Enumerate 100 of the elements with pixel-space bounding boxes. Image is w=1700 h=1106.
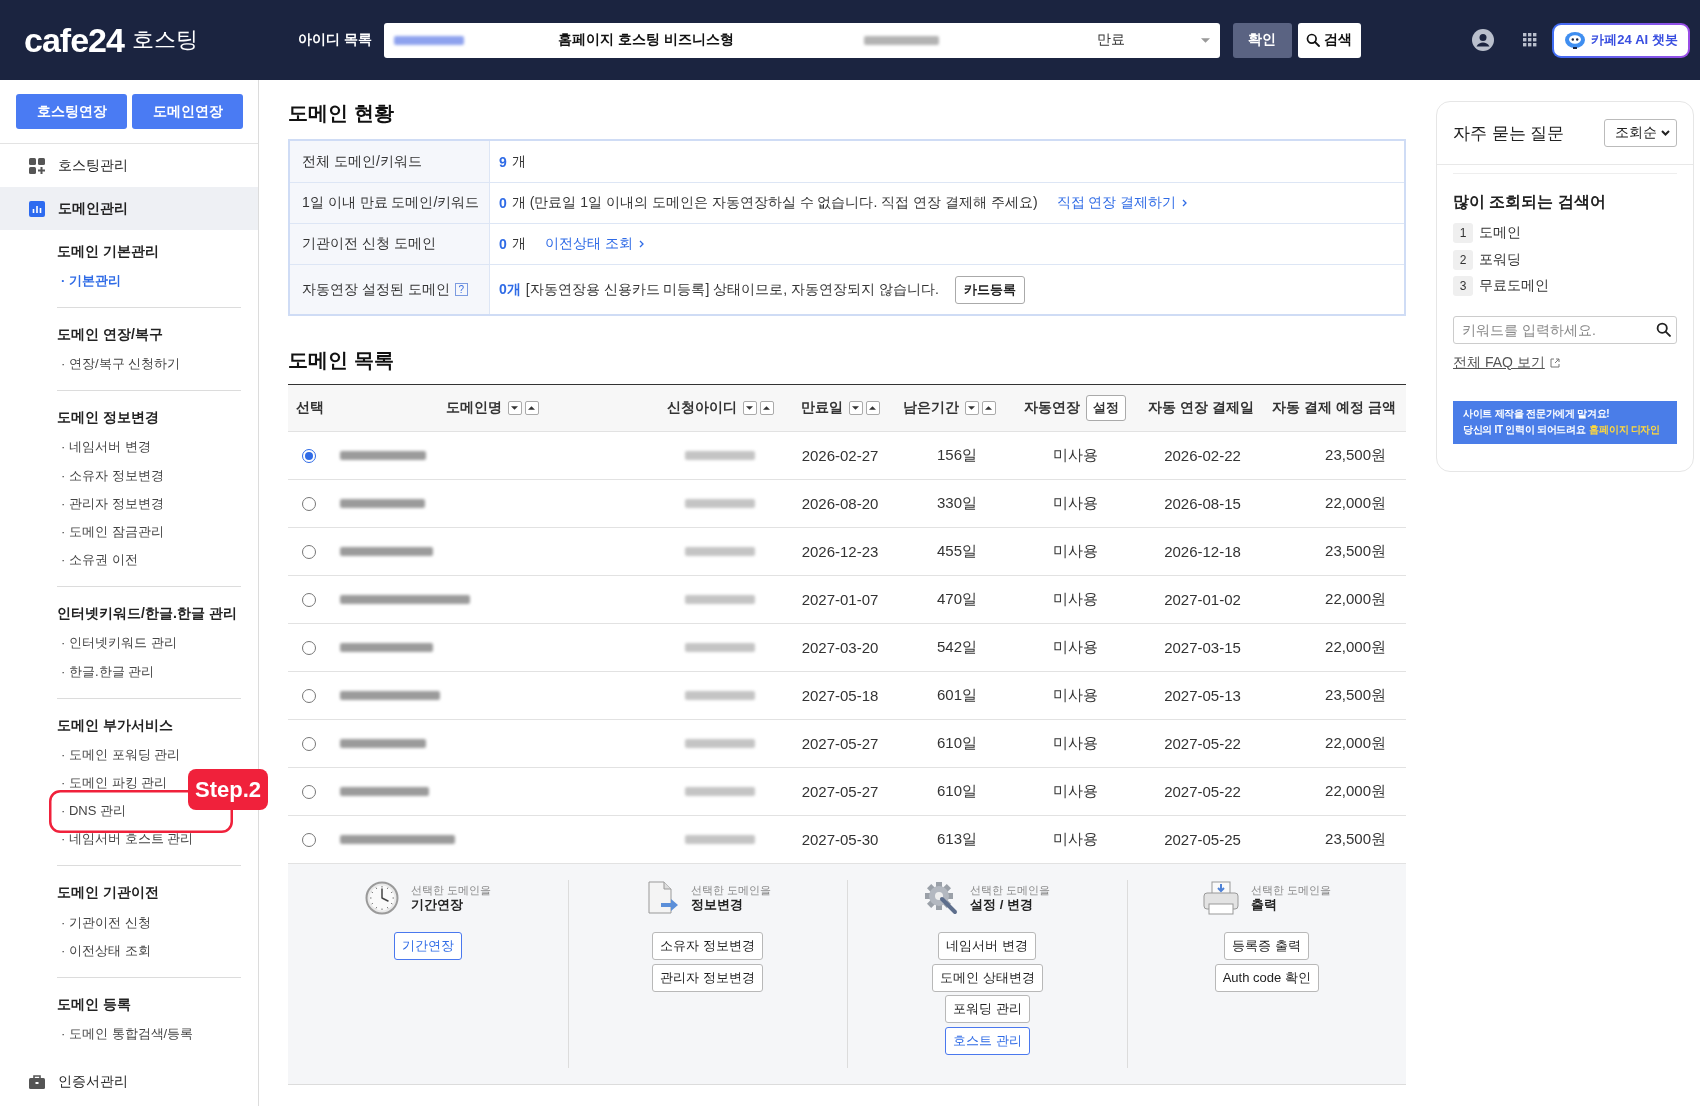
column-header: 자동 연장 결제일 [1148, 399, 1254, 417]
sort-select[interactable]: 조회순 [1604, 119, 1677, 147]
apps-icon [28, 156, 46, 175]
logo[interactable]: cafe24 [24, 23, 124, 57]
action-button[interactable]: 기간연장 [393, 932, 462, 960]
renew-button[interactable]: 도메인연장 [132, 94, 243, 129]
search-icon [1306, 33, 1321, 47]
sort-descending-button[interactable] [507, 401, 522, 415]
keyword-link[interactable]: 포워딩 [1479, 250, 1521, 269]
account-label: 아이디 목록 [297, 31, 372, 49]
radio-button[interactable] [302, 544, 316, 559]
action-button[interactable]: 네임서버 변경 [938, 932, 1037, 960]
table-cell: 2026-12-18 [1164, 543, 1241, 560]
sort-ascending-button[interactable] [524, 401, 539, 415]
sort-ascending-button[interactable] [981, 401, 996, 415]
blurred-text [685, 691, 755, 700]
row-label: 자동연장 설정된 도메인 [302, 280, 450, 299]
help-button[interactable]: ? [454, 283, 468, 296]
chatbot-button[interactable]: 카페24 AI 챗봇 [1552, 22, 1690, 58]
search-button[interactable]: 검색 [1297, 22, 1361, 58]
submenu-link[interactable]: · 도메인 파킹 관리 [57, 768, 168, 797]
rank-number: 3 [1453, 276, 1473, 297]
table-cell: 613일 [937, 830, 977, 849]
confirm-button[interactable]: 확인 [1232, 22, 1292, 58]
submenu-link[interactable]: · 한글.한글 관리 [57, 657, 155, 686]
text-link[interactable]: 이전상태 조회 [544, 235, 644, 253]
keyword-link[interactable]: 무료도메인 [1479, 277, 1549, 296]
radio-button[interactable] [302, 832, 316, 847]
submenu-link[interactable]: · 네임서버 호스트 관리 [57, 825, 194, 854]
action-button[interactable]: 도메인 상태변경 [931, 963, 1043, 992]
column-header: 도메인명 [445, 399, 502, 417]
table-cell: 2027-05-22 [1164, 783, 1241, 800]
radio-button[interactable] [302, 448, 316, 463]
submenu-link[interactable]: · 기본관리 [57, 267, 121, 296]
renew-button[interactable]: 호스팅연장 [16, 94, 127, 129]
menu-item[interactable]: 도메인관리 [0, 187, 258, 230]
action-button[interactable]: Auth code 확인 [1214, 963, 1319, 992]
table-cell: 2027-05-25 [1164, 831, 1241, 848]
count-text: 0 [499, 236, 507, 252]
sort-descending-button[interactable] [742, 401, 757, 415]
menu-item[interactable]: 인증서관리 [0, 1060, 258, 1103]
table-cell: 미사용 [1052, 830, 1098, 849]
radio-button[interactable] [302, 688, 316, 703]
action-button[interactable]: 소유자 정보변경 [652, 932, 764, 960]
table-cell: 22,000원 [1325, 638, 1386, 657]
menu-group-title: 도메인 등록 [57, 994, 132, 1014]
table-cell: 2027-05-30 [801, 831, 879, 848]
submenu-link[interactable]: · DNS 관리 [57, 797, 126, 826]
radio-button[interactable] [302, 784, 316, 799]
submenu-link[interactable]: · 도메인 포워딩 관리 [57, 740, 181, 769]
text-link[interactable]: 직접 연장 결제하기 [1056, 194, 1188, 212]
banner-text: 당신의 IT 인력이 되어드려요 홈페이지 디자인 [1463, 423, 1660, 437]
table-cell: 610일 [937, 734, 977, 753]
submenu-link[interactable]: · 도메인 잠금관리 [57, 518, 164, 547]
submenu-link[interactable]: · 인터넷키워드 관리 [57, 629, 177, 658]
promo-banner[interactable]: 사이트 제작을 전문가에게 맡겨요! 당신의 IT 인력이 되어드려요 홈페이지 디자인 [1453, 400, 1677, 444]
submenu-link[interactable]: · 관리자 정보변경 [57, 489, 164, 518]
sort-descending-button[interactable] [964, 401, 979, 415]
radio-button[interactable] [302, 640, 316, 655]
sort-ascending-button[interactable] [759, 401, 774, 415]
menu-item[interactable]: 호스팅관리 [0, 144, 258, 187]
blurred-text [685, 595, 755, 604]
table-cell: 2027-03-20 [801, 639, 879, 656]
faq-link[interactable]: 전체 FAQ 보기 [1453, 353, 1560, 372]
search-field[interactable]: 키워드를 입력하세요. [1453, 315, 1677, 344]
rank-number: 1 [1453, 223, 1473, 244]
submenu-link[interactable]: · 네임서버 변경 [57, 433, 151, 462]
caret-down-icon [511, 406, 518, 410]
table-cell: 470일 [937, 590, 977, 609]
sort-descending-button[interactable] [848, 401, 863, 415]
submenu-link[interactable]: · 도메인 통합검색/등록 [57, 1019, 194, 1048]
radio-button[interactable] [302, 496, 316, 511]
action-button[interactable]: 관리자 정보변경 [652, 963, 764, 992]
caret-up-icon [985, 406, 992, 410]
column-header: 남은기간 [902, 399, 959, 417]
table-cell: 미사용 [1052, 590, 1098, 609]
action-button[interactable]: 등록증 출력 [1224, 932, 1310, 960]
card-register-button[interactable]: 카드등록 [954, 275, 1025, 304]
radio-button[interactable] [302, 736, 316, 751]
table-cell: 2026-08-15 [1164, 495, 1241, 512]
submenu-link[interactable]: · 기관이전 신청 [57, 908, 151, 937]
settings-button[interactable]: 설정 [1086, 395, 1126, 421]
action-button[interactable]: 포워딩 관리 [944, 995, 1030, 1023]
table-cell: 330일 [937, 494, 977, 513]
value-text: 개 [511, 235, 526, 253]
submenu-link[interactable]: · 연장/복구 신청하기 [57, 350, 181, 379]
keyword-link[interactable]: 도메인 [1479, 224, 1521, 243]
submenu-link[interactable]: · 이전상태 조회 [57, 936, 151, 965]
blurred-text [685, 643, 755, 652]
submenu-link[interactable]: · 소유자 정보변경 [57, 461, 164, 490]
table-cell: 22,000원 [1325, 590, 1386, 609]
chevron-down-icon [1661, 130, 1670, 136]
column-header: 신청아이디 [666, 399, 737, 417]
action-button[interactable]: 호스트 관리 [944, 1026, 1030, 1055]
column-header: 자동 결제 예정 금액 [1272, 399, 1396, 417]
blurred-text [685, 835, 755, 844]
account-select[interactable]: 홈페이지 호스팅 비즈니스형 만료 [383, 22, 1220, 58]
submenu-link[interactable]: · 소유권 이전 [57, 546, 138, 575]
radio-button[interactable] [302, 592, 316, 607]
sort-ascending-button[interactable] [865, 401, 880, 415]
